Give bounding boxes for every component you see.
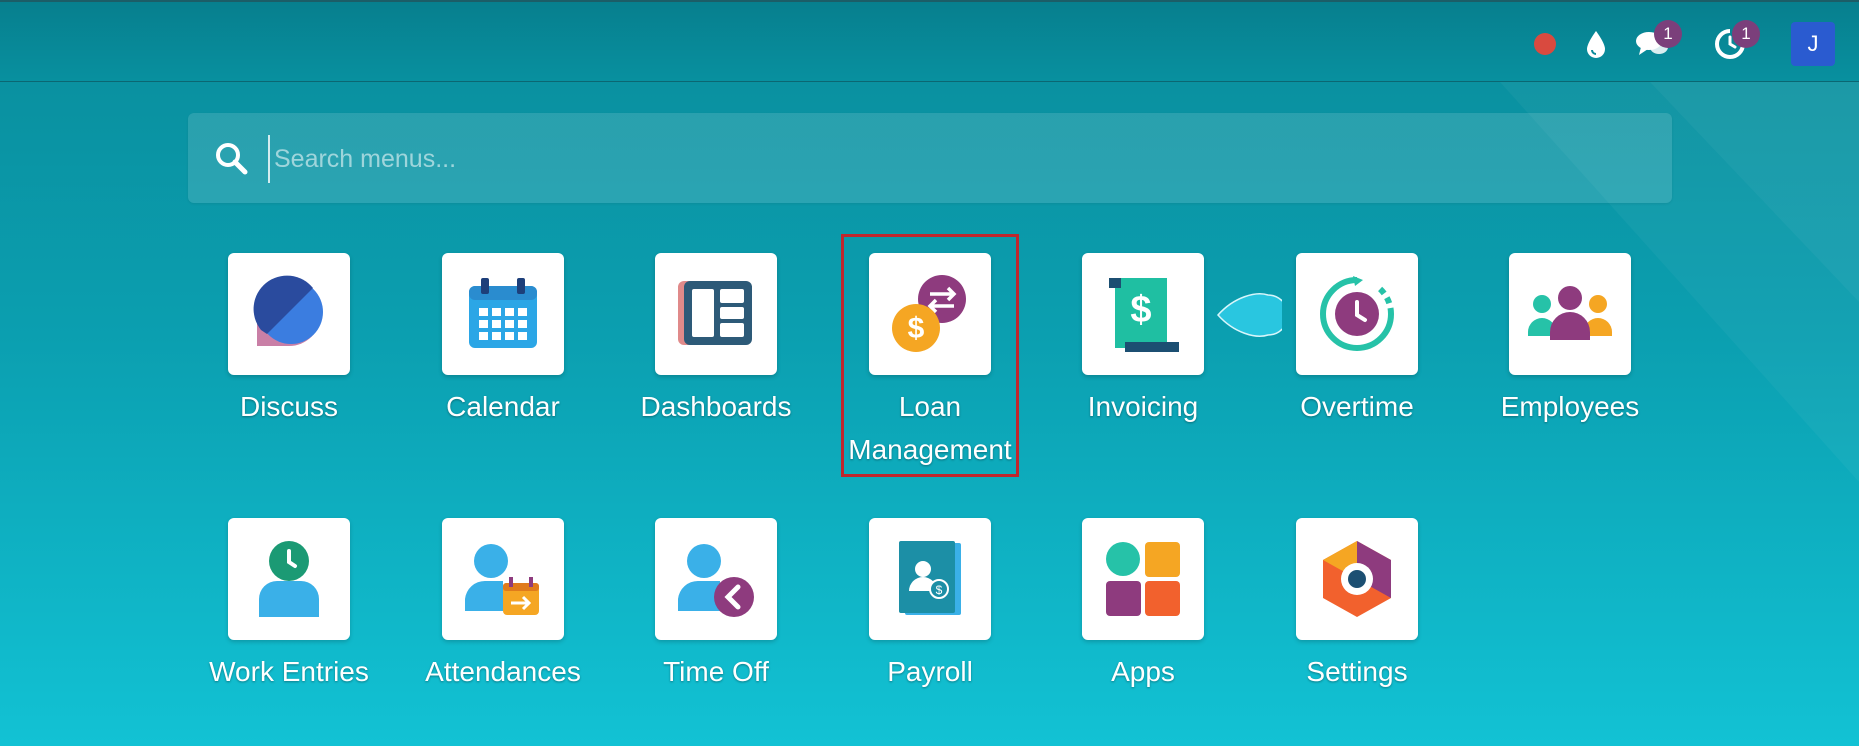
droplet-icon[interactable] xyxy=(1578,24,1614,64)
invoicing-icon: $ xyxy=(1082,253,1204,375)
user-avatar[interactable]: J xyxy=(1791,22,1835,66)
payroll-icon: $ xyxy=(869,518,991,640)
svg-text:$: $ xyxy=(1130,289,1151,331)
app-label: Payroll xyxy=(887,656,973,687)
app-label: Overtime xyxy=(1300,391,1414,422)
messages-badge: 1 xyxy=(1654,20,1682,48)
app-time-off[interactable]: Time Off xyxy=(609,518,823,693)
search-input[interactable] xyxy=(268,135,1656,183)
app-label: Dashboards xyxy=(640,391,792,422)
selection-highlight xyxy=(841,234,1019,477)
app-label: Apps xyxy=(1111,656,1175,687)
app-apps[interactable]: Apps xyxy=(1036,518,1250,693)
app-label: Work Entries xyxy=(209,656,369,687)
calendar-icon xyxy=(442,253,564,375)
app-attendances[interactable]: Attendances xyxy=(396,518,610,693)
overtime-icon xyxy=(1296,253,1418,375)
messages-button[interactable]: 1 xyxy=(1634,20,1682,64)
app-employees[interactable]: Employees xyxy=(1463,253,1677,428)
app-label: Discuss xyxy=(239,391,338,422)
search-bar[interactable] xyxy=(188,113,1672,203)
employees-icon xyxy=(1509,253,1631,375)
discuss-icon xyxy=(228,253,350,375)
apps-icon xyxy=(1082,518,1204,640)
svg-text:$: $ xyxy=(936,583,943,597)
activities-badge: 1 xyxy=(1732,20,1760,48)
app-label: Employees xyxy=(1500,391,1640,422)
app-label: Calendar xyxy=(446,391,560,422)
attendances-icon xyxy=(442,518,564,640)
time-off-icon xyxy=(655,518,777,640)
app-discuss[interactable]: Discuss xyxy=(182,253,396,428)
app-label: Time Off xyxy=(663,656,769,687)
top-navbar: 1 1 J xyxy=(0,0,1859,82)
dashboards-icon xyxy=(655,253,777,375)
app-label: Invoicing xyxy=(1087,391,1199,422)
app-dashboards[interactable]: Dashboards xyxy=(609,253,823,428)
status-indicator-icon[interactable] xyxy=(1527,24,1563,64)
app-overtime[interactable]: Overtime xyxy=(1250,253,1464,428)
app-settings[interactable]: Settings xyxy=(1250,518,1464,693)
app-payroll[interactable]: $ Payroll xyxy=(823,518,1037,693)
activities-button[interactable]: 1 xyxy=(1712,20,1760,64)
settings-icon xyxy=(1296,518,1418,640)
app-calendar[interactable]: Calendar xyxy=(396,253,610,428)
search-icon xyxy=(216,143,248,175)
app-work-entries[interactable]: Work Entries xyxy=(182,518,396,693)
app-invoicing[interactable]: $ Invoicing xyxy=(1036,253,1250,428)
app-label: Settings xyxy=(1306,656,1408,687)
work-entries-icon xyxy=(228,518,350,640)
app-label: Attendances xyxy=(425,656,581,687)
